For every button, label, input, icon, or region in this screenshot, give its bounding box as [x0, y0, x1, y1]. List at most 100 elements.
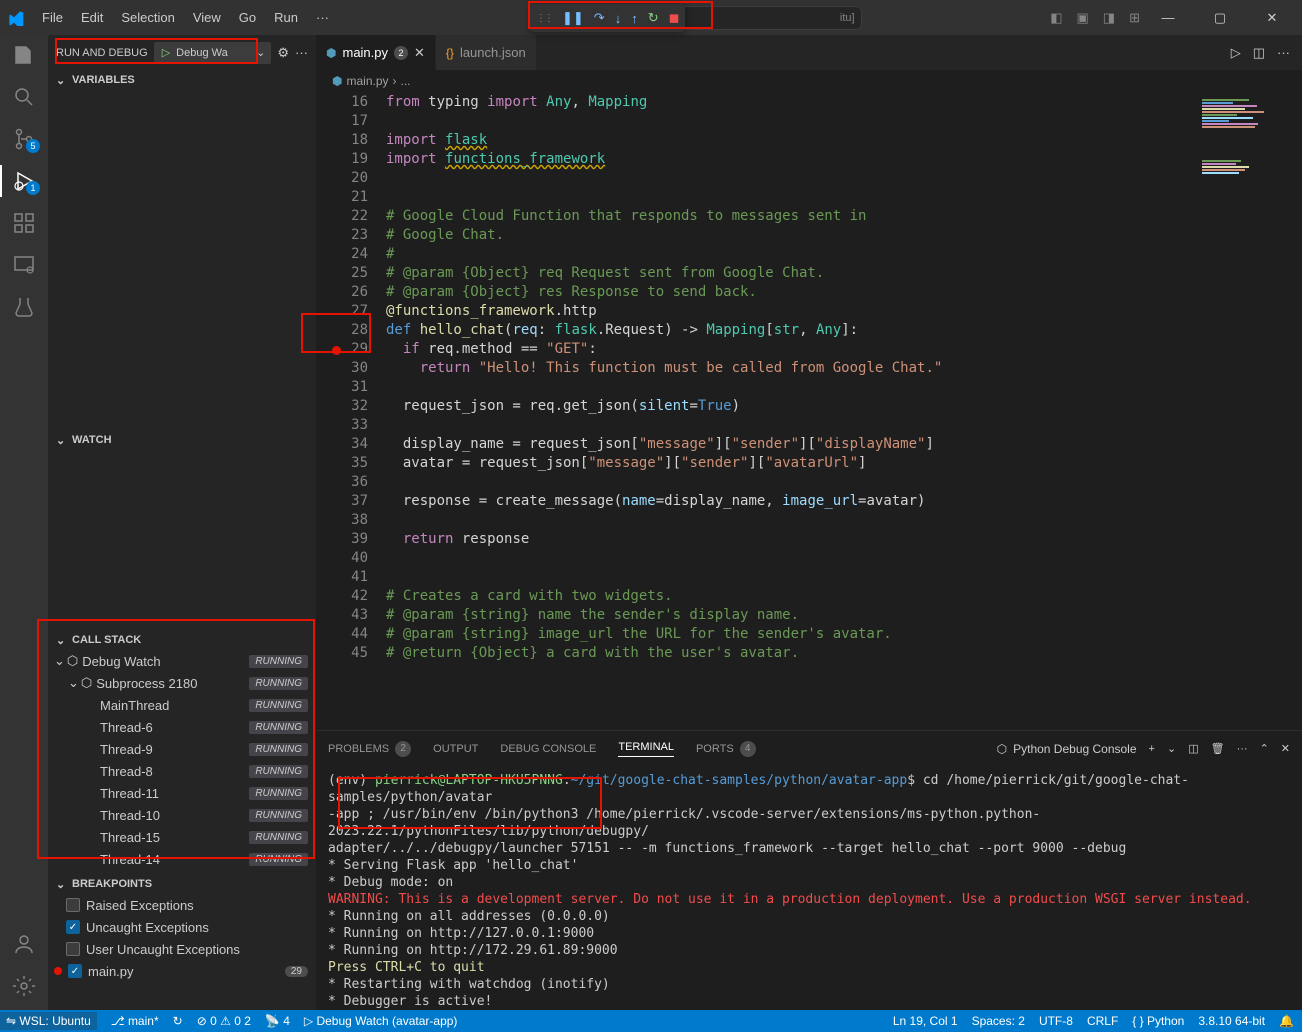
thread-item[interactable]: Thread-15RUNNING [48, 826, 316, 848]
thread-item[interactable]: Thread-11RUNNING [48, 782, 316, 804]
checkbox[interactable] [66, 898, 80, 912]
editor-body[interactable]: 1617181920212223242526272829303132333435… [316, 92, 1302, 730]
panel-tab-ports[interactable]: PORTS4 [696, 741, 756, 757]
close-window-button[interactable]: ✕ [1250, 3, 1294, 33]
layout-customize-icon[interactable]: ⊞ [1129, 10, 1140, 26]
start-debugging-icon[interactable]: ▷ [162, 46, 170, 59]
thread-item[interactable]: Thread-6RUNNING [48, 716, 316, 738]
close-tab-icon[interactable]: ✕ [414, 45, 425, 61]
debug-toolbar[interactable]: ⋮⋮ ❚❚ ↷ ↓ ↑ ↻ ◼ [530, 4, 685, 32]
eol[interactable]: CRLF [1087, 1014, 1118, 1028]
callstack-section-header[interactable]: ⌄ CALL STACK [48, 630, 316, 650]
panel-tab-debug-console[interactable]: DEBUG CONSOLE [500, 741, 596, 757]
chevron-down-icon[interactable]: ⌄ [1167, 742, 1176, 755]
chevron-down-icon: ⌄ [56, 74, 68, 86]
panel-tab-terminal[interactable]: TERMINAL [618, 741, 674, 757]
remote-indicator[interactable]: ⇋ WSL: Ubuntu [0, 1012, 97, 1030]
thread-item[interactable]: Thread-14RUNNING [48, 848, 316, 870]
maximize-button[interactable]: ▢ [1198, 3, 1242, 33]
step-over-icon[interactable]: ↷ [594, 10, 605, 26]
breakpoint-exception-item[interactable]: Uncaught Exceptions [48, 916, 316, 938]
breakpoint-file-item[interactable]: main.py29 [48, 960, 316, 982]
watch-section-header[interactable]: ⌄ WATCH [48, 430, 316, 450]
encoding[interactable]: UTF-8 [1039, 1014, 1073, 1028]
settings-gear-icon[interactable] [12, 974, 36, 998]
terminal-selector[interactable]: ⬡ Python Debug Console [997, 742, 1137, 756]
menu-view[interactable]: View [185, 6, 229, 29]
callstack-subprocess[interactable]: ⌄ ⬡ Subprocess 2180 RUNNING [48, 672, 316, 694]
maximize-panel-icon[interactable]: ⌃ [1260, 742, 1269, 755]
breakpoints-section-header[interactable]: ⌄ BREAKPOINTS [48, 874, 316, 894]
menu-go[interactable]: Go [231, 6, 264, 29]
code-content[interactable]: from typing import Any, Mappingimport fl… [386, 92, 1198, 730]
checkbox[interactable] [68, 964, 82, 978]
source-control-icon[interactable]: 5 [12, 127, 36, 151]
thread-item[interactable]: Thread-8RUNNING [48, 760, 316, 782]
more-actions-icon[interactable]: ··· [295, 45, 308, 60]
accounts-icon[interactable] [12, 932, 36, 956]
tab-main.py[interactable]: ⬢main.py2✕ [316, 35, 436, 70]
pause-icon[interactable]: ❚❚ [562, 10, 584, 26]
trash-icon[interactable]: 🗑 [1211, 742, 1225, 755]
breakpoint-exception-item[interactable]: User Uncaught Exceptions [48, 938, 316, 960]
notifications-icon[interactable]: 🔔 [1279, 1014, 1294, 1028]
menu-file[interactable]: File [34, 6, 71, 29]
new-terminal-icon[interactable]: + [1149, 743, 1155, 755]
callstack-root[interactable]: ⌄ ⬡ Debug Watch RUNNING [48, 650, 316, 672]
drag-handle-icon[interactable]: ⋮⋮ [536, 13, 552, 24]
minimize-button[interactable]: — [1146, 3, 1190, 33]
close-panel-icon[interactable]: ✕ [1281, 742, 1290, 755]
chevron-down-icon[interactable]: ⌄ [256, 46, 265, 59]
chevron-down-icon: ⌄ [56, 634, 68, 646]
git-branch[interactable]: ⎇ main* [111, 1014, 159, 1028]
step-out-icon[interactable]: ↑ [631, 11, 638, 26]
checkbox[interactable] [66, 920, 80, 934]
layout-sidebar-left-icon[interactable]: ◧ [1050, 10, 1062, 26]
split-editor-icon[interactable]: ◫ [1253, 45, 1265, 61]
more-panel-actions-icon[interactable]: ··· [1237, 743, 1248, 755]
layout-sidebar-right-icon[interactable]: ◨ [1103, 10, 1115, 26]
breadcrumb[interactable]: ⬢ main.py › ... [316, 70, 1302, 92]
cursor-position[interactable]: Ln 19, Col 1 [893, 1014, 958, 1028]
panel-tab-problems[interactable]: PROBLEMS2 [328, 741, 411, 757]
line-gutter[interactable]: 1617181920212223242526272829303132333435… [316, 92, 386, 730]
testing-icon[interactable] [12, 295, 36, 319]
sync-icon[interactable]: ↻ [173, 1014, 183, 1028]
stop-icon[interactable]: ◼ [669, 10, 680, 26]
run-icon[interactable]: ▷ [1231, 45, 1241, 61]
debug-config-select[interactable]: ▷ Debug Wa ⌄ [154, 42, 272, 64]
run-debug-icon[interactable]: 1 [12, 169, 36, 193]
checkbox[interactable] [66, 942, 80, 956]
breakpoint-exception-item[interactable]: Raised Exceptions [48, 894, 316, 916]
indentation[interactable]: Spaces: 2 [972, 1014, 1025, 1028]
breakpoint-dot-icon[interactable] [332, 346, 341, 355]
scrollbar-vertical[interactable] [1288, 92, 1302, 730]
explorer-icon[interactable] [12, 43, 36, 67]
ports-status[interactable]: 📡 4 [265, 1014, 290, 1028]
layout-panel-icon[interactable]: ▣ [1077, 10, 1089, 26]
thread-item[interactable]: Thread-10RUNNING [48, 804, 316, 826]
language-mode[interactable]: { } Python [1132, 1014, 1184, 1028]
extensions-icon[interactable] [12, 211, 36, 235]
menu-selection[interactable]: Selection [113, 6, 182, 29]
menu-···[interactable]: ··· [308, 6, 337, 29]
split-terminal-icon[interactable]: ◫ [1188, 742, 1198, 755]
restart-icon[interactable]: ↻ [648, 10, 659, 26]
debug-status[interactable]: ▷ Debug Watch (avatar-app) [304, 1014, 458, 1028]
debug-settings-gear-icon[interactable]: ⚙ [277, 45, 289, 61]
menu-edit[interactable]: Edit [73, 6, 111, 29]
thread-item[interactable]: Thread-9RUNNING [48, 738, 316, 760]
python-interpreter[interactable]: 3.8.10 64-bit [1198, 1014, 1265, 1028]
minimap[interactable] [1198, 92, 1288, 730]
more-tab-actions-icon[interactable]: ··· [1277, 45, 1290, 61]
terminal-output[interactable]: (env) pierrick@LAPTOP-HKU5PNNG:~/git/goo… [316, 766, 1302, 1010]
thread-item[interactable]: MainThreadRUNNING [48, 694, 316, 716]
problems-status[interactable]: ⊘ 0 ⚠ 0 2 [197, 1014, 251, 1028]
search-icon[interactable] [12, 85, 36, 109]
variables-section-header[interactable]: ⌄ VARIABLES [48, 70, 316, 90]
panel-tab-output[interactable]: OUTPUT [433, 741, 478, 757]
menu-run[interactable]: Run [266, 6, 306, 29]
remote-explorer-icon[interactable] [12, 253, 36, 277]
step-into-icon[interactable]: ↓ [615, 11, 622, 26]
tab-launch.json[interactable]: {}launch.json [436, 35, 537, 70]
